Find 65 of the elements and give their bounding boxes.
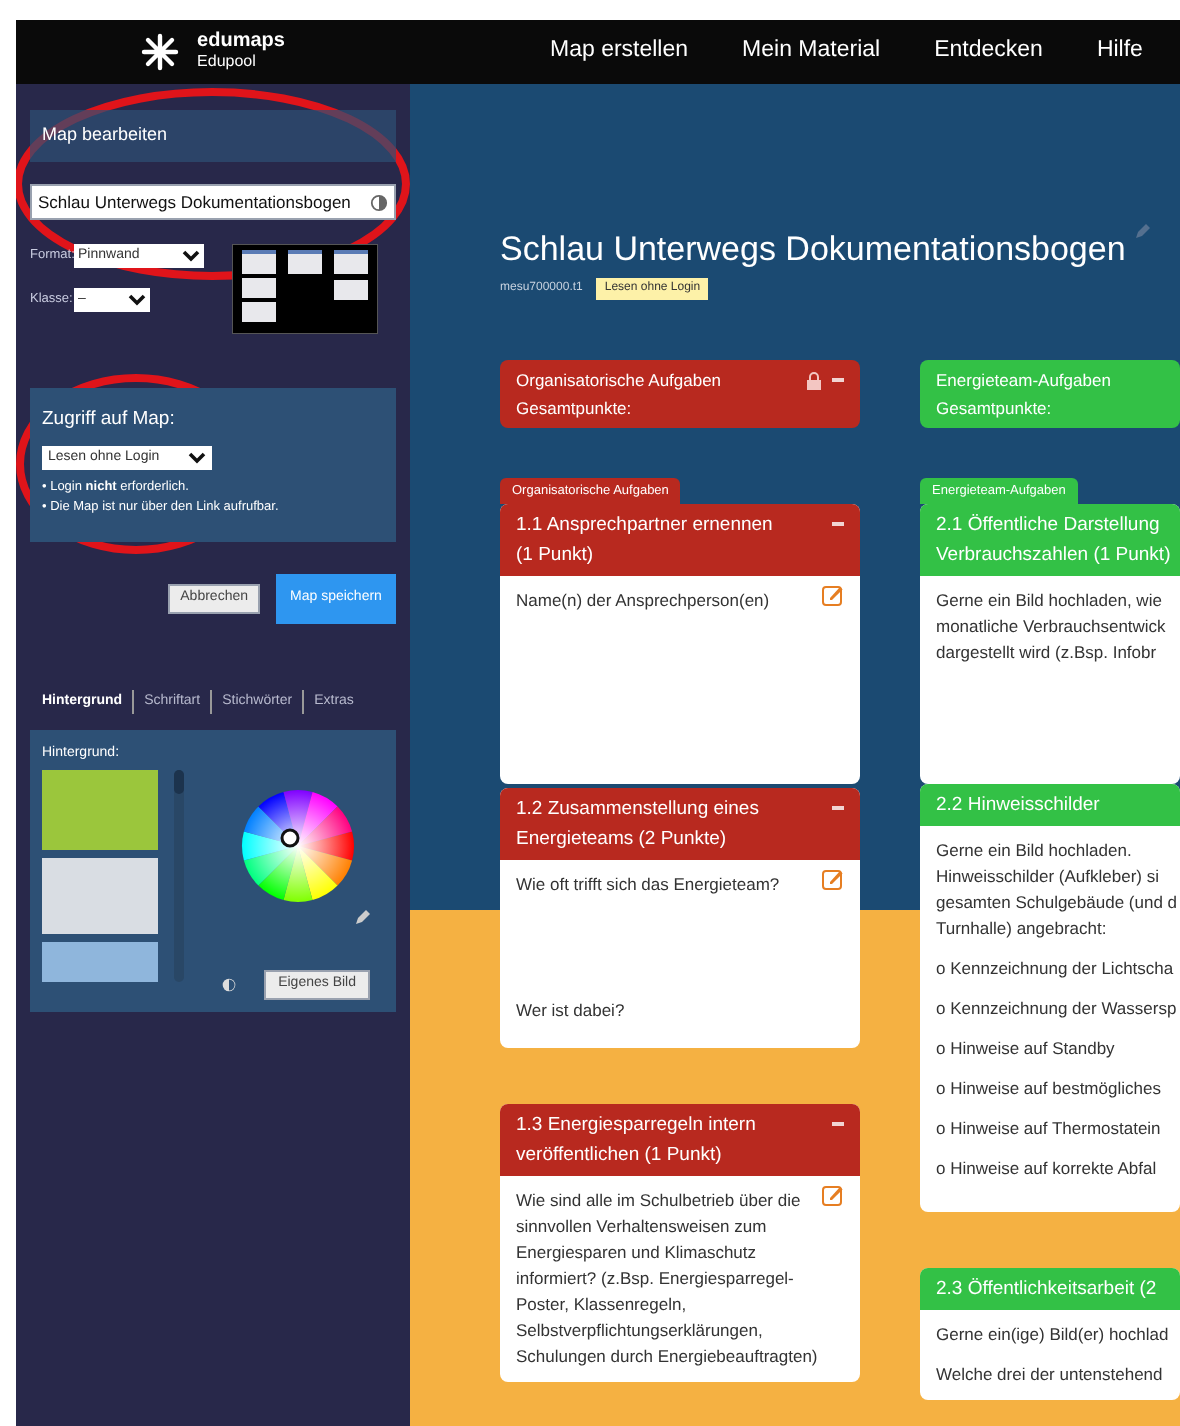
card-text: Name(n) der Ansprechperson(en) (516, 588, 770, 615)
contrast-icon[interactable] (370, 193, 388, 211)
nav-link[interactable]: Map erstellen (550, 34, 689, 70)
card-text: Schulungen durch Energiebeauftragten) (516, 1344, 818, 1371)
map-title: Schlau Unterwegs Dokumentationsbogen (500, 228, 1126, 272)
card-text: gesamten Schulgebäude (und d (936, 890, 1178, 917)
access-title: Zugriff auf Map: (42, 406, 177, 434)
collapse-icon[interactable] (832, 522, 844, 527)
card-text: Energiesparen und Klimaschutz (516, 1240, 757, 1267)
contrast-icon[interactable] (222, 977, 237, 991)
card-text: o Hinweise auf korrekte Abfal (936, 1156, 1157, 1183)
card-text: Gerne ein Bild hochladen. (936, 838, 1132, 865)
column-title: Gesamtpunkte: (516, 395, 634, 421)
chevron-down-icon (128, 294, 146, 306)
card-text: dargestellt wird (z.Bsp. Infobr (936, 640, 1157, 667)
chevron-down-icon (188, 452, 206, 465)
card-title: 2.2 Hinweisschilder (936, 792, 1100, 821)
photo-placeholder[interactable] (42, 941, 158, 981)
map-name-field[interactable]: Schlau Unterwegs Dokumentationsbogen (30, 184, 396, 220)
card-title: 1.1 Ansprechpartner ernennen (516, 512, 773, 541)
card-text: Wie oft trifft sich das Energieteam? (516, 872, 780, 899)
card-text: o Hinweise auf Thermostatein (936, 1116, 1161, 1143)
card-title: veröffentlichen (1 Punkt) (516, 1142, 724, 1171)
collapse-icon[interactable] (832, 1122, 844, 1127)
edit-icon[interactable] (822, 868, 844, 891)
card-title: 2.1 Öffentliche Darstellung (936, 512, 1162, 541)
card-text: Wer ist dabei? (516, 998, 625, 1025)
card-title: 1.2 Zusammenstellung eines (516, 796, 759, 825)
card-text: monatliche Verbrauchsentwick (936, 614, 1166, 641)
card-title: 2.3 Öffentlichkeitsarbeit (2 (936, 1276, 1157, 1305)
chevron-down-icon (182, 250, 200, 262)
card-text: Selbstverpflichtungserklärungen, (516, 1318, 763, 1345)
card-title: Energieteams (2 Punkte) (516, 826, 729, 855)
nav-link[interactable]: Hilfe (1096, 34, 1143, 70)
card-text: Poster, Klassenregeln, (516, 1292, 687, 1319)
card-text: o Kennzeichnung der Lichtscha (936, 956, 1174, 983)
column-title: Energieteam-Aufgaben (936, 367, 1111, 393)
card-text: sinnvollen Verhaltensweisen zum (516, 1214, 767, 1241)
lock-icon (806, 371, 822, 389)
logo-name: edumaps (197, 32, 285, 52)
card-text: Hinweisschilder (Aufkleber) si (936, 864, 1159, 891)
card-text: o Hinweise auf bestmögliches (936, 1076, 1161, 1103)
card-text: informiert? (z.Bsp. Energiesparregel- (516, 1266, 794, 1293)
edit-icon[interactable] (822, 1184, 844, 1207)
card-text: Wie sind alle im Schulbetrieb über die (516, 1188, 801, 1215)
star-burst-icon (137, 32, 182, 72)
pencil-icon[interactable] (354, 909, 370, 925)
panel-title: Map bearbeiten (42, 122, 168, 149)
card-text: o Kennzeichnung der Wassersp (936, 996, 1177, 1023)
scrollbar-thumb[interactable] (174, 769, 184, 793)
column-title: Gesamtpunkte: (936, 395, 1054, 421)
collapse-icon[interactable] (832, 806, 844, 811)
column-title: Organisatorische Aufgaben (516, 367, 722, 393)
card-title: Verbrauchszahlen (1 Punkt) (936, 542, 1171, 571)
nav-link[interactable]: Mein Material (742, 34, 881, 70)
card-text: Gerne ein Bild hochladen, wie (936, 588, 1162, 615)
logo-subtitle: Edupool (197, 52, 258, 72)
nav-link[interactable]: Entdecken (934, 34, 1043, 70)
card-title: (1 Punkt) (516, 542, 596, 571)
edit-icon[interactable] (822, 584, 844, 607)
card-text: Welche drei der untenstehend (936, 1362, 1163, 1389)
card-text: o Hinweise auf Standby (936, 1036, 1115, 1063)
card-text: Turnhalle) angebracht: (936, 916, 1107, 943)
card-title: 1.3 Energiesparregeln intern (516, 1112, 756, 1141)
card-text: Gerne ein(ige) Bild(er) hochlad (936, 1322, 1169, 1349)
